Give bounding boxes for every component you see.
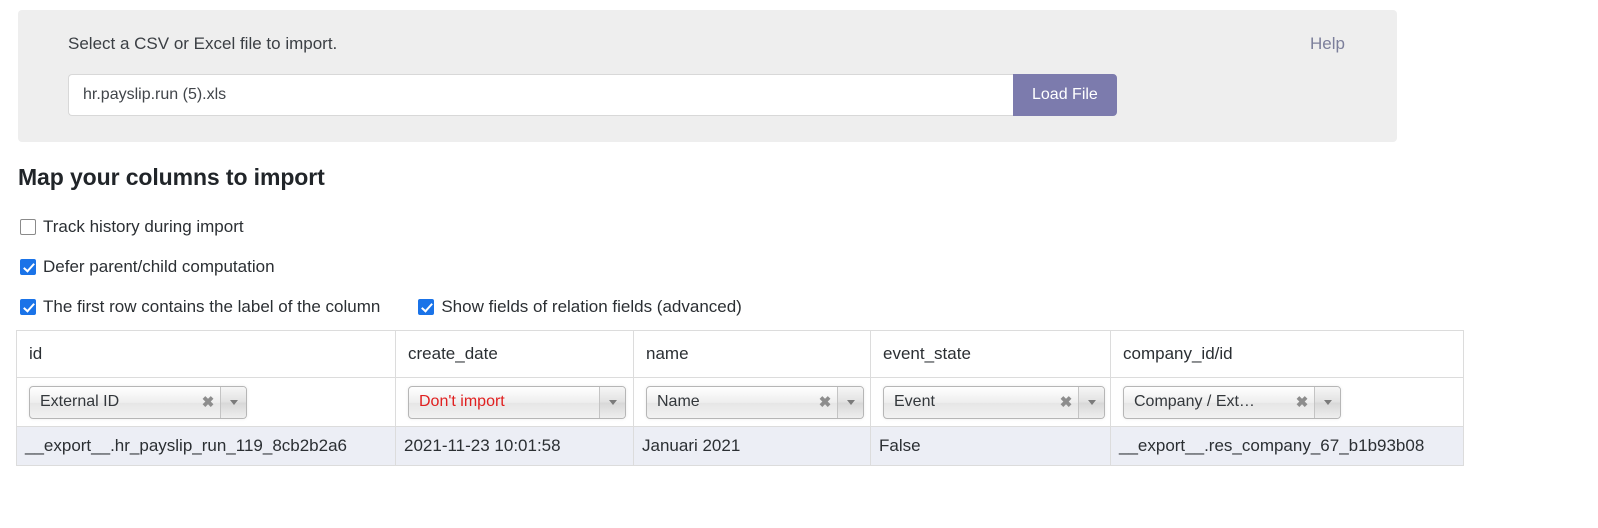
option-first-row-label[interactable]: The first row contains the label of the … <box>20 297 380 317</box>
mapping-cell-company-id: Company / Ext… ✖ <box>1110 377 1464 427</box>
field-select-create-date-value: Don't import <box>419 393 505 410</box>
mapping-cell-name: Name ✖ <box>633 377 871 427</box>
table-header-row: id create_date name event_state company_… <box>16 330 1464 378</box>
file-upload-panel: Select a CSV or Excel file to import. He… <box>18 10 1397 142</box>
cell-name: Januari 2021 <box>633 426 871 466</box>
chevron-down-icon[interactable] <box>1078 386 1104 418</box>
checkbox-defer-computation-icon[interactable] <box>20 259 36 275</box>
upload-instruction-label: Select a CSV or Excel file to import. <box>68 34 338 53</box>
chevron-down-icon[interactable] <box>837 386 863 418</box>
checkbox-show-relation-fields-icon[interactable] <box>418 299 435 315</box>
clear-icon[interactable]: ✖ <box>1054 387 1078 418</box>
option-first-row-label-text: The first row contains the label of the … <box>43 297 381 316</box>
clear-icon[interactable]: ✖ <box>1290 387 1314 418</box>
help-link[interactable]: Help <box>1310 34 1345 54</box>
mapping-cell-event-state: Event ✖ <box>870 377 1111 427</box>
option-show-relation-fields[interactable]: Show fields of relation fields (advanced… <box>418 297 742 317</box>
file-name-input[interactable] <box>68 74 1013 116</box>
column-header-company-id: company_id/id <box>1110 330 1464 378</box>
column-header-event-state: event_state <box>870 330 1111 378</box>
field-select-create-date[interactable]: Don't import <box>408 385 626 419</box>
option-row-defer-computation: Defer parent/child computation <box>20 253 1420 281</box>
cell-event-state: False <box>870 426 1111 466</box>
clear-icon[interactable]: ✖ <box>813 387 837 418</box>
option-track-history[interactable]: Track history during import <box>20 217 244 237</box>
table-row: __export__.hr_payslip_run_119_8cb2b2a6 2… <box>16 426 1464 466</box>
field-mapping-row: External ID ✖ Don't import Name ✖ Event … <box>16 377 1464 427</box>
cell-company-id: __export__.res_company_67_b1b93b08 <box>1110 426 1464 466</box>
field-select-id[interactable]: External ID ✖ <box>29 385 247 419</box>
field-select-event-state[interactable]: Event ✖ <box>883 385 1105 419</box>
field-select-id-value: External ID <box>40 393 120 410</box>
option-row-track-history: Track history during import <box>20 213 1420 241</box>
chevron-down-icon[interactable] <box>599 386 625 418</box>
field-select-name[interactable]: Name ✖ <box>646 385 864 419</box>
mapping-cell-create-date: Don't import <box>395 377 634 427</box>
option-defer-computation-label: Defer parent/child computation <box>43 257 275 276</box>
option-show-relation-fields-label: Show fields of relation fields (advanced… <box>441 297 742 316</box>
chevron-down-icon[interactable] <box>220 386 246 418</box>
import-options: Track history during import Defer parent… <box>20 213 1420 321</box>
field-select-name-value: Name <box>657 393 700 410</box>
option-defer-computation[interactable]: Defer parent/child computation <box>20 257 275 277</box>
mapping-cell-id: External ID ✖ <box>16 377 396 427</box>
option-track-history-label: Track history during import <box>43 217 244 236</box>
checkbox-track-history-icon[interactable] <box>20 219 36 235</box>
column-header-id: id <box>16 330 396 378</box>
cell-create-date: 2021-11-23 10:01:58 <box>395 426 634 466</box>
field-select-event-state-value: Event <box>894 393 935 410</box>
file-input-group: Load File <box>68 74 1117 116</box>
option-row-header-and-relations: The first row contains the label of the … <box>20 293 1420 321</box>
column-mapping-table: id create_date name event_state company_… <box>16 330 1464 466</box>
checkbox-first-row-label-icon[interactable] <box>20 299 36 315</box>
column-header-create-date: create_date <box>395 330 634 378</box>
field-select-company-id[interactable]: Company / Ext… ✖ <box>1123 385 1341 419</box>
field-select-company-id-value: Company / Ext… <box>1134 393 1255 410</box>
clear-icon[interactable]: ✖ <box>196 387 220 418</box>
load-file-button[interactable]: Load File <box>1013 74 1117 116</box>
cell-id: __export__.hr_payslip_run_119_8cb2b2a6 <box>16 426 396 466</box>
column-header-name: name <box>633 330 871 378</box>
page-title: Map your columns to import <box>18 164 325 190</box>
chevron-down-icon[interactable] <box>1314 386 1340 418</box>
